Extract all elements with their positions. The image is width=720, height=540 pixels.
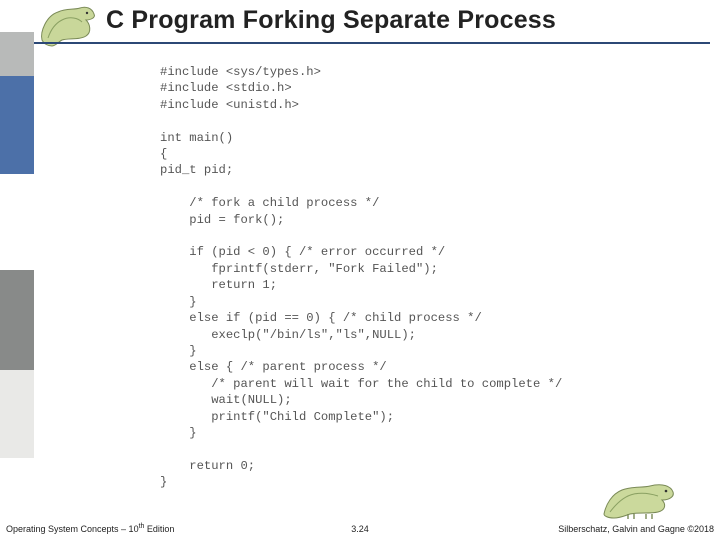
sidebar-segment [0, 270, 34, 370]
footer-copyright: Silberschatz, Galvin and Gagne ©2018 [558, 524, 714, 534]
footer-left: Operating System Concepts – 10th Edition [6, 523, 174, 534]
sidebar-segment [0, 0, 34, 32]
code-text: #include <sys/types.h> #include <stdio.h… [160, 64, 620, 491]
slide-title: C Program Forking Separate Process [106, 6, 556, 35]
code-block: #include <sys/types.h> #include <stdio.h… [160, 64, 620, 494]
header-rule [34, 42, 710, 44]
sidebar-segment [0, 370, 34, 458]
sidebar-segment [0, 174, 34, 270]
sidebar-segment [0, 32, 34, 76]
slide-footer: Operating System Concepts – 10th Edition… [0, 512, 720, 540]
sidebar-segment [0, 76, 34, 174]
footer-edition-tail: Edition [144, 524, 174, 534]
slide-header: C Program Forking Separate Process [34, 0, 720, 56]
footer-edition-prefix: Operating System Concepts – 10 [6, 524, 139, 534]
left-sidebar-decoration [0, 0, 34, 540]
footer-page-number: 3.24 [351, 524, 369, 534]
